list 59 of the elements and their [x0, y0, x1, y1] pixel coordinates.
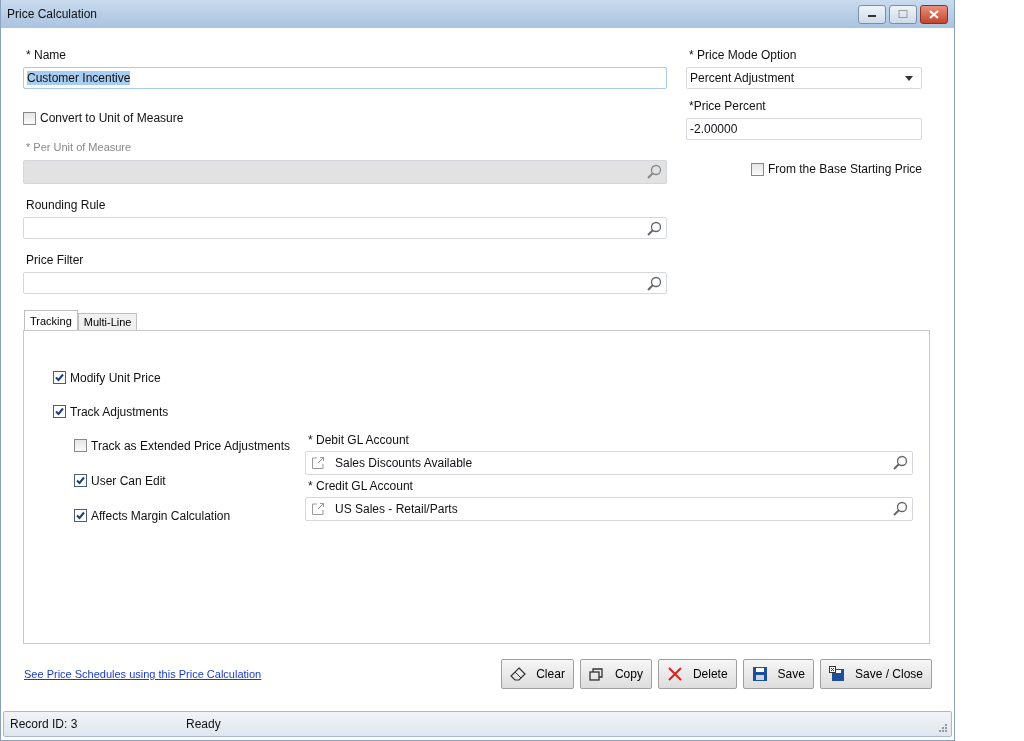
checkbox-label: Track as Extended Price Adjustments — [91, 438, 290, 453]
checkbox[interactable] — [74, 439, 87, 452]
record-id-text: Record ID: 3 — [10, 717, 79, 731]
delete-button[interactable]: Delete — [657, 659, 737, 689]
resize-grip-icon — [939, 724, 947, 732]
lookup-field[interactable]: US Sales - Retail/Parts — [305, 497, 913, 521]
close-icon — [929, 9, 939, 19]
field-label: * Debit GL Account — [307, 433, 410, 449]
external-link-icon — [311, 456, 325, 470]
tab[interactable]: Tracking — [24, 310, 78, 330]
caret-icon — [905, 75, 913, 81]
field-label: Price Filter — [25, 253, 85, 269]
delete-x-icon — [666, 666, 683, 682]
checkbox[interactable] — [23, 111, 36, 125]
close-button[interactable] — [920, 4, 948, 24]
save-button[interactable]: Save — [742, 659, 814, 689]
checkbox[interactable] — [74, 509, 87, 522]
search-icon — [892, 501, 908, 517]
checkbox[interactable] — [750, 162, 764, 176]
name-field[interactable]: Customer Incentive — [23, 67, 667, 89]
eraser-icon — [510, 666, 527, 682]
checkbox-label: From the Base Starting Price — [767, 162, 922, 176]
copy-button[interactable]: Copy — [579, 659, 652, 689]
clear-button[interactable]: Clear — [501, 659, 574, 689]
maximize-icon — [898, 10, 908, 18]
lookup-field[interactable] — [23, 217, 667, 239]
search-icon — [646, 221, 662, 237]
checkbox[interactable] — [53, 405, 66, 418]
search-icon — [646, 164, 662, 180]
field-label: * Per Unit of Measure — [25, 141, 133, 155]
status-text: Ready — [186, 717, 221, 731]
floppy-disk-close-icon — [828, 666, 845, 682]
field-label: * Credit GL Account — [307, 479, 414, 495]
field-label: *Price Percent — [688, 99, 767, 115]
checkbox-label: Convert to Unit of Measure — [40, 111, 184, 125]
checkbox-label: User Can Edit — [91, 473, 166, 488]
input-field[interactable]: -2.00000 — [686, 118, 922, 140]
window-title: Price Calculation — [7, 7, 98, 21]
checkbox[interactable] — [53, 371, 66, 384]
lookup-field[interactable] — [23, 272, 667, 294]
search-icon — [646, 276, 662, 292]
checkbox-label: Affects Margin Calculation — [91, 508, 231, 523]
saveclose-button[interactable]: Save / Close — [819, 659, 932, 689]
lookup-field[interactable]: Sales Discounts Available — [305, 451, 913, 475]
checkbox[interactable] — [74, 474, 87, 487]
lookup-field[interactable] — [23, 160, 667, 184]
field-label: Rounding Rule — [25, 198, 107, 214]
search-icon — [892, 455, 908, 471]
copy-icon — [588, 666, 605, 682]
minimize-button[interactable] — [858, 4, 886, 24]
checkbox-label: Modify Unit Price — [70, 370, 161, 385]
field-value: Customer Incentive — [27, 71, 131, 85]
field-label: * Price Mode Option — [688, 48, 798, 64]
checkbox-label: Track Adjustments — [70, 404, 169, 419]
price-schedules-link[interactable]: See Price Schedules using this Price Calculation — [24, 668, 262, 680]
dropdown[interactable]: Percent Adjustment — [686, 67, 922, 89]
tab[interactable]: Multi-Line — [77, 313, 138, 330]
field-label: * Name — [25, 48, 67, 64]
external-link-icon — [311, 502, 325, 516]
